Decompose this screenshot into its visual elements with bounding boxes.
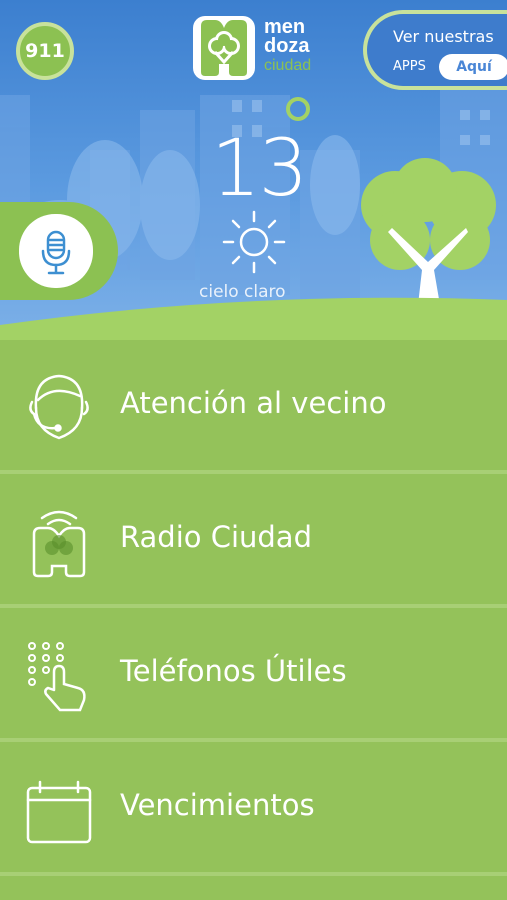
menu-item-vencimientos[interactable]: Vencimientos (0, 742, 507, 876)
menu-label-telefonos-utiles: Teléfonos Útiles (120, 654, 347, 688)
weather-description: cielo claro (199, 282, 286, 302)
menu-item-radio-ciudad[interactable]: Radio Ciudad (0, 474, 507, 608)
main-menu: Atención al vecino Radio Ciudad Teléfono… (0, 340, 507, 900)
temperature-value: 13 (211, 124, 308, 214)
headset-agent-icon (29, 374, 89, 440)
menu-label-radio-ciudad: Radio Ciudad (120, 520, 312, 554)
dialpad-touch-icon (28, 642, 86, 712)
sun-icon (222, 210, 286, 274)
voice-search-button[interactable] (19, 214, 93, 288)
apps-promo-pill[interactable]: Ver nuestras APPS Aquí (363, 10, 507, 90)
apps-promo-line1: Ver nuestras (393, 27, 494, 46)
apps-promo-line2: APPS (393, 59, 426, 74)
radio-ciudad-icon (32, 510, 86, 578)
degree-symbol-icon (286, 97, 310, 121)
tree-illustration (361, 158, 496, 305)
app-screen: 911 men doza ciudad Ver nuestras APPS Aq… (0, 0, 507, 900)
menu-item-telefonos-utiles[interactable]: Teléfonos Útiles (0, 608, 507, 742)
calendar-icon (26, 780, 92, 844)
menu-label-atencion-vecino: Atención al vecino (120, 386, 387, 420)
logo-line-3: ciudad (264, 57, 312, 74)
weather-header: 911 men doza ciudad Ver nuestras APPS Aq… (0, 0, 507, 345)
menu-label-vencimientos: Vencimientos (120, 788, 315, 822)
logo-wordmark: men doza ciudad (264, 17, 312, 75)
logo-line-2: doza (264, 35, 310, 57)
emergency-911-button[interactable]: 911 (16, 22, 74, 80)
microphone-icon (41, 230, 71, 275)
apps-aqui-button[interactable]: Aquí (439, 54, 507, 80)
menu-item-atencion-vecino[interactable]: Atención al vecino (0, 340, 507, 474)
mendoza-logo-icon (193, 16, 255, 80)
